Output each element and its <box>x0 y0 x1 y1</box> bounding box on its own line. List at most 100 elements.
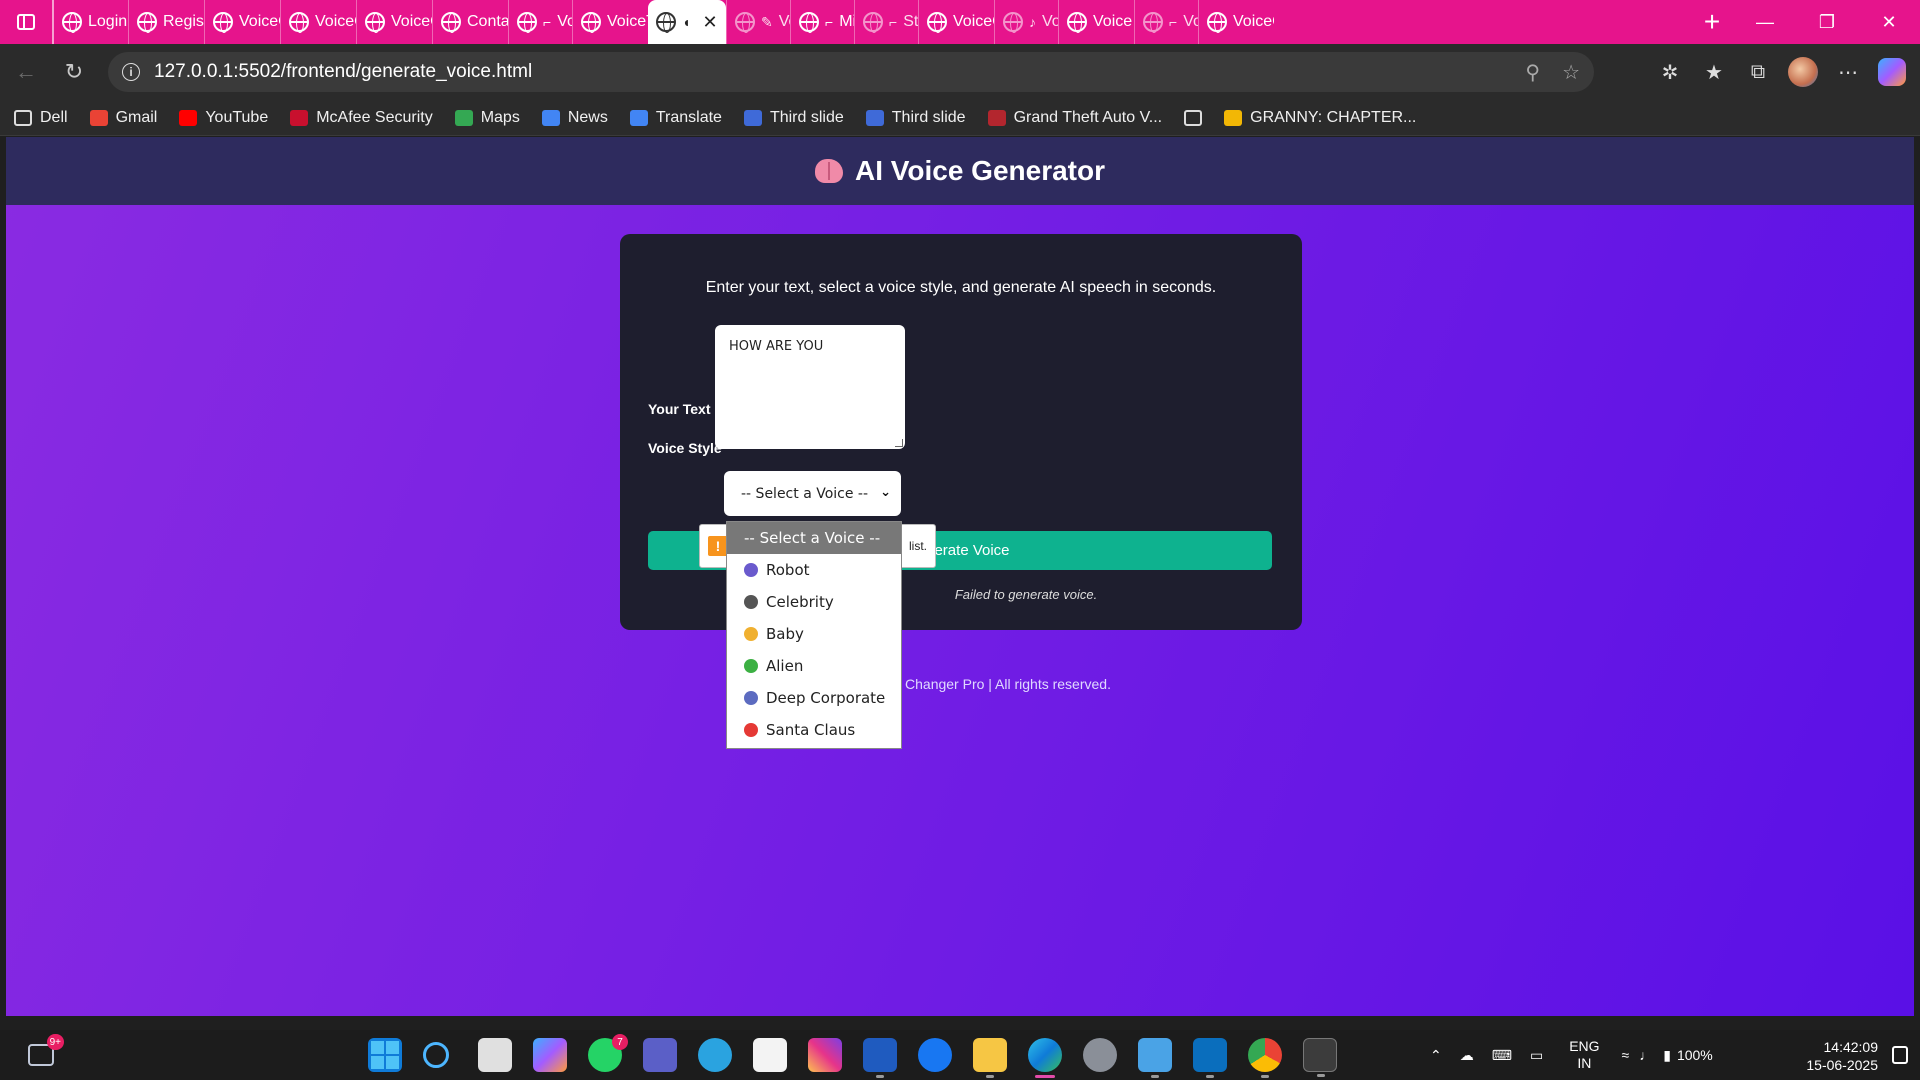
telegram-icon[interactable] <box>698 1038 732 1072</box>
browser-tab[interactable]: Conta <box>432 0 508 44</box>
windows-logo-icon <box>371 1041 384 1054</box>
voice-option[interactable]: Deep Corporate <box>727 682 901 714</box>
facebook-icon[interactable] <box>918 1038 952 1072</box>
voice-option-label: Deep Corporate <box>766 689 886 707</box>
start-button[interactable] <box>368 1038 402 1072</box>
new-tab-button[interactable]: + <box>1690 0 1734 44</box>
bookmark-item[interactable] <box>1184 109 1203 126</box>
voice-option[interactable]: Alien <box>727 650 901 682</box>
tab-label: VoiceC <box>953 13 994 30</box>
onedrive-icon[interactable]: ☁ <box>1460 1047 1474 1064</box>
clock[interactable]: 14:42:09 15-06-2025 <box>1806 1038 1878 1074</box>
notifications-icon[interactable] <box>1892 1046 1908 1064</box>
minimize-button[interactable]: — <box>1734 0 1796 44</box>
favorite-star-icon[interactable]: ☆ <box>1562 60 1580 85</box>
profile-avatar[interactable] <box>1788 57 1818 87</box>
bookmark-item[interactable]: Dell <box>14 109 68 127</box>
bookmark-icon <box>179 109 198 126</box>
notepad-icon[interactable] <box>1138 1038 1172 1078</box>
instagram-icon[interactable] <box>808 1038 842 1072</box>
browser-tab[interactable]: ⌐ Stu <box>854 0 918 44</box>
url-text: 127.0.0.1:5502/frontend/generate_voice.h… <box>154 61 533 82</box>
favorites-icon[interactable]: ★ <box>1692 50 1736 94</box>
close-window-button[interactable]: ✕ <box>1858 0 1920 44</box>
browser-tab[interactable]: VoiceC <box>280 0 356 44</box>
more-menu-icon[interactable]: ⋯ <box>1826 50 1870 94</box>
search-icon[interactable] <box>423 1042 449 1068</box>
browser-tab[interactable]: Regist <box>128 0 204 44</box>
voice-option[interactable]: Celebrity <box>727 586 901 618</box>
touchpad-icon[interactable]: ▭ <box>1530 1047 1543 1064</box>
wifi-icon[interactable]: ≈ <box>1622 1047 1630 1063</box>
back-button[interactable]: ← <box>4 50 48 94</box>
copilot-icon[interactable] <box>1878 58 1906 86</box>
bookmark-item[interactable]: Maps <box>454 109 520 127</box>
language-indicator[interactable]: ENG IN <box>1569 1038 1599 1072</box>
browser-tab[interactable]: VoiceC <box>1198 0 1274 44</box>
zoom-icon[interactable]: ⚲ <box>1525 60 1540 85</box>
restore-button[interactable]: ❐ <box>1796 0 1858 44</box>
chrome-icon[interactable] <box>1248 1038 1282 1078</box>
resize-handle[interactable] <box>895 439 903 447</box>
browser-tab[interactable]: Voice <box>1058 0 1134 44</box>
vscode-icon[interactable] <box>1193 1038 1227 1078</box>
browser-tab[interactable]: Login <box>52 0 128 44</box>
generator-card: Enter your text, select a voice style, a… <box>620 234 1302 630</box>
microsoft-store-icon[interactable] <box>753 1038 787 1072</box>
extensions-icon[interactable]: ✲ <box>1648 50 1692 94</box>
tab-actions-button[interactable] <box>0 0 52 44</box>
browser-tab[interactable]: VoiceC <box>204 0 280 44</box>
whatsapp-icon[interactable]: 7 <box>588 1034 628 1072</box>
bookmark-item[interactable]: News <box>541 109 608 127</box>
site-info-icon[interactable]: i <box>122 63 140 81</box>
terminal-icon[interactable] <box>1303 1038 1337 1077</box>
voice-emoji-icon <box>744 627 758 641</box>
tab-label: VoiceT <box>607 13 648 30</box>
widgets-button[interactable]: 9+ <box>24 1034 64 1072</box>
voice-option-label: Robot <box>766 561 810 579</box>
bookmark-item[interactable]: Translate <box>629 109 722 127</box>
text-input[interactable]: HOW ARE YOU <box>715 325 905 449</box>
voice-option[interactable]: Santa Claus <box>727 714 901 746</box>
browser-tab[interactable]: VoiceC <box>918 0 994 44</box>
reload-button[interactable]: ↻ <box>52 50 96 94</box>
browser-tab[interactable]: ⌐ Vo <box>508 0 572 44</box>
browser-tab[interactable]: VoiceT <box>572 0 648 44</box>
bookmark-item[interactable]: YouTube <box>179 109 268 127</box>
browser-tab[interactable]: ✎ Vo <box>726 0 790 44</box>
globe-icon <box>1067 12 1087 33</box>
browser-tab[interactable]: ♪ Vo <box>994 0 1058 44</box>
browser-tab[interactable]: ◖ ✕ <box>648 0 726 44</box>
voice-option[interactable]: Robot <box>727 554 901 586</box>
address-bar[interactable]: i 127.0.0.1:5502/frontend/generate_voice… <box>108 52 1594 92</box>
browser-tab[interactable]: VoiceC <box>356 0 432 44</box>
bookmark-item[interactable]: Grand Theft Auto V... <box>987 108 1163 127</box>
collections-icon[interactable]: ⧉ <box>1736 50 1780 94</box>
browser-tab[interactable]: ⌐ Vo <box>1134 0 1198 44</box>
bookmark-item[interactable]: Gmail <box>89 109 157 127</box>
bookmark-item[interactable]: GRANNY: CHAPTER... <box>1224 109 1416 127</box>
chevron-up-icon[interactable]: ⌃ <box>1430 1047 1442 1064</box>
volume-icon[interactable]: ♩ <box>1639 1047 1653 1063</box>
voice-option[interactable]: -- Select a Voice -- <box>727 522 901 554</box>
voice-option[interactable]: Baby <box>727 618 901 650</box>
close-tab-icon[interactable]: ✕ <box>702 12 717 33</box>
bookmark-item[interactable]: Third slide <box>865 109 966 127</box>
bookmark-label: GRANNY: CHAPTER... <box>1250 108 1417 126</box>
bookmark-item[interactable]: Third slide <box>743 109 844 127</box>
settings-icon[interactable] <box>1083 1038 1117 1072</box>
word-icon[interactable] <box>863 1038 897 1078</box>
teams-icon[interactable] <box>643 1038 677 1072</box>
keyboard-icon[interactable]: ⌨ <box>1492 1047 1512 1064</box>
bookmark-label: Grand Theft Auto V... <box>1013 108 1163 126</box>
copilot-app-icon[interactable] <box>533 1038 567 1072</box>
bookmark-item[interactable]: McAfee Security <box>290 109 433 127</box>
toolbar-right: ✲ ★ ⧉ ⋯ <box>1648 44 1920 100</box>
voice-style-select[interactable]: -- Select a Voice -- ⌄ <box>724 471 901 516</box>
browser-tab[interactable]: ⌐ Mi <box>790 0 854 44</box>
voice-option-label: Santa Claus <box>766 721 856 739</box>
battery-icon[interactable]: ▮ <box>1663 1047 1671 1064</box>
task-view-icon[interactable] <box>478 1038 512 1072</box>
file-explorer-icon[interactable] <box>973 1038 1007 1078</box>
edge-icon[interactable] <box>1028 1038 1062 1078</box>
